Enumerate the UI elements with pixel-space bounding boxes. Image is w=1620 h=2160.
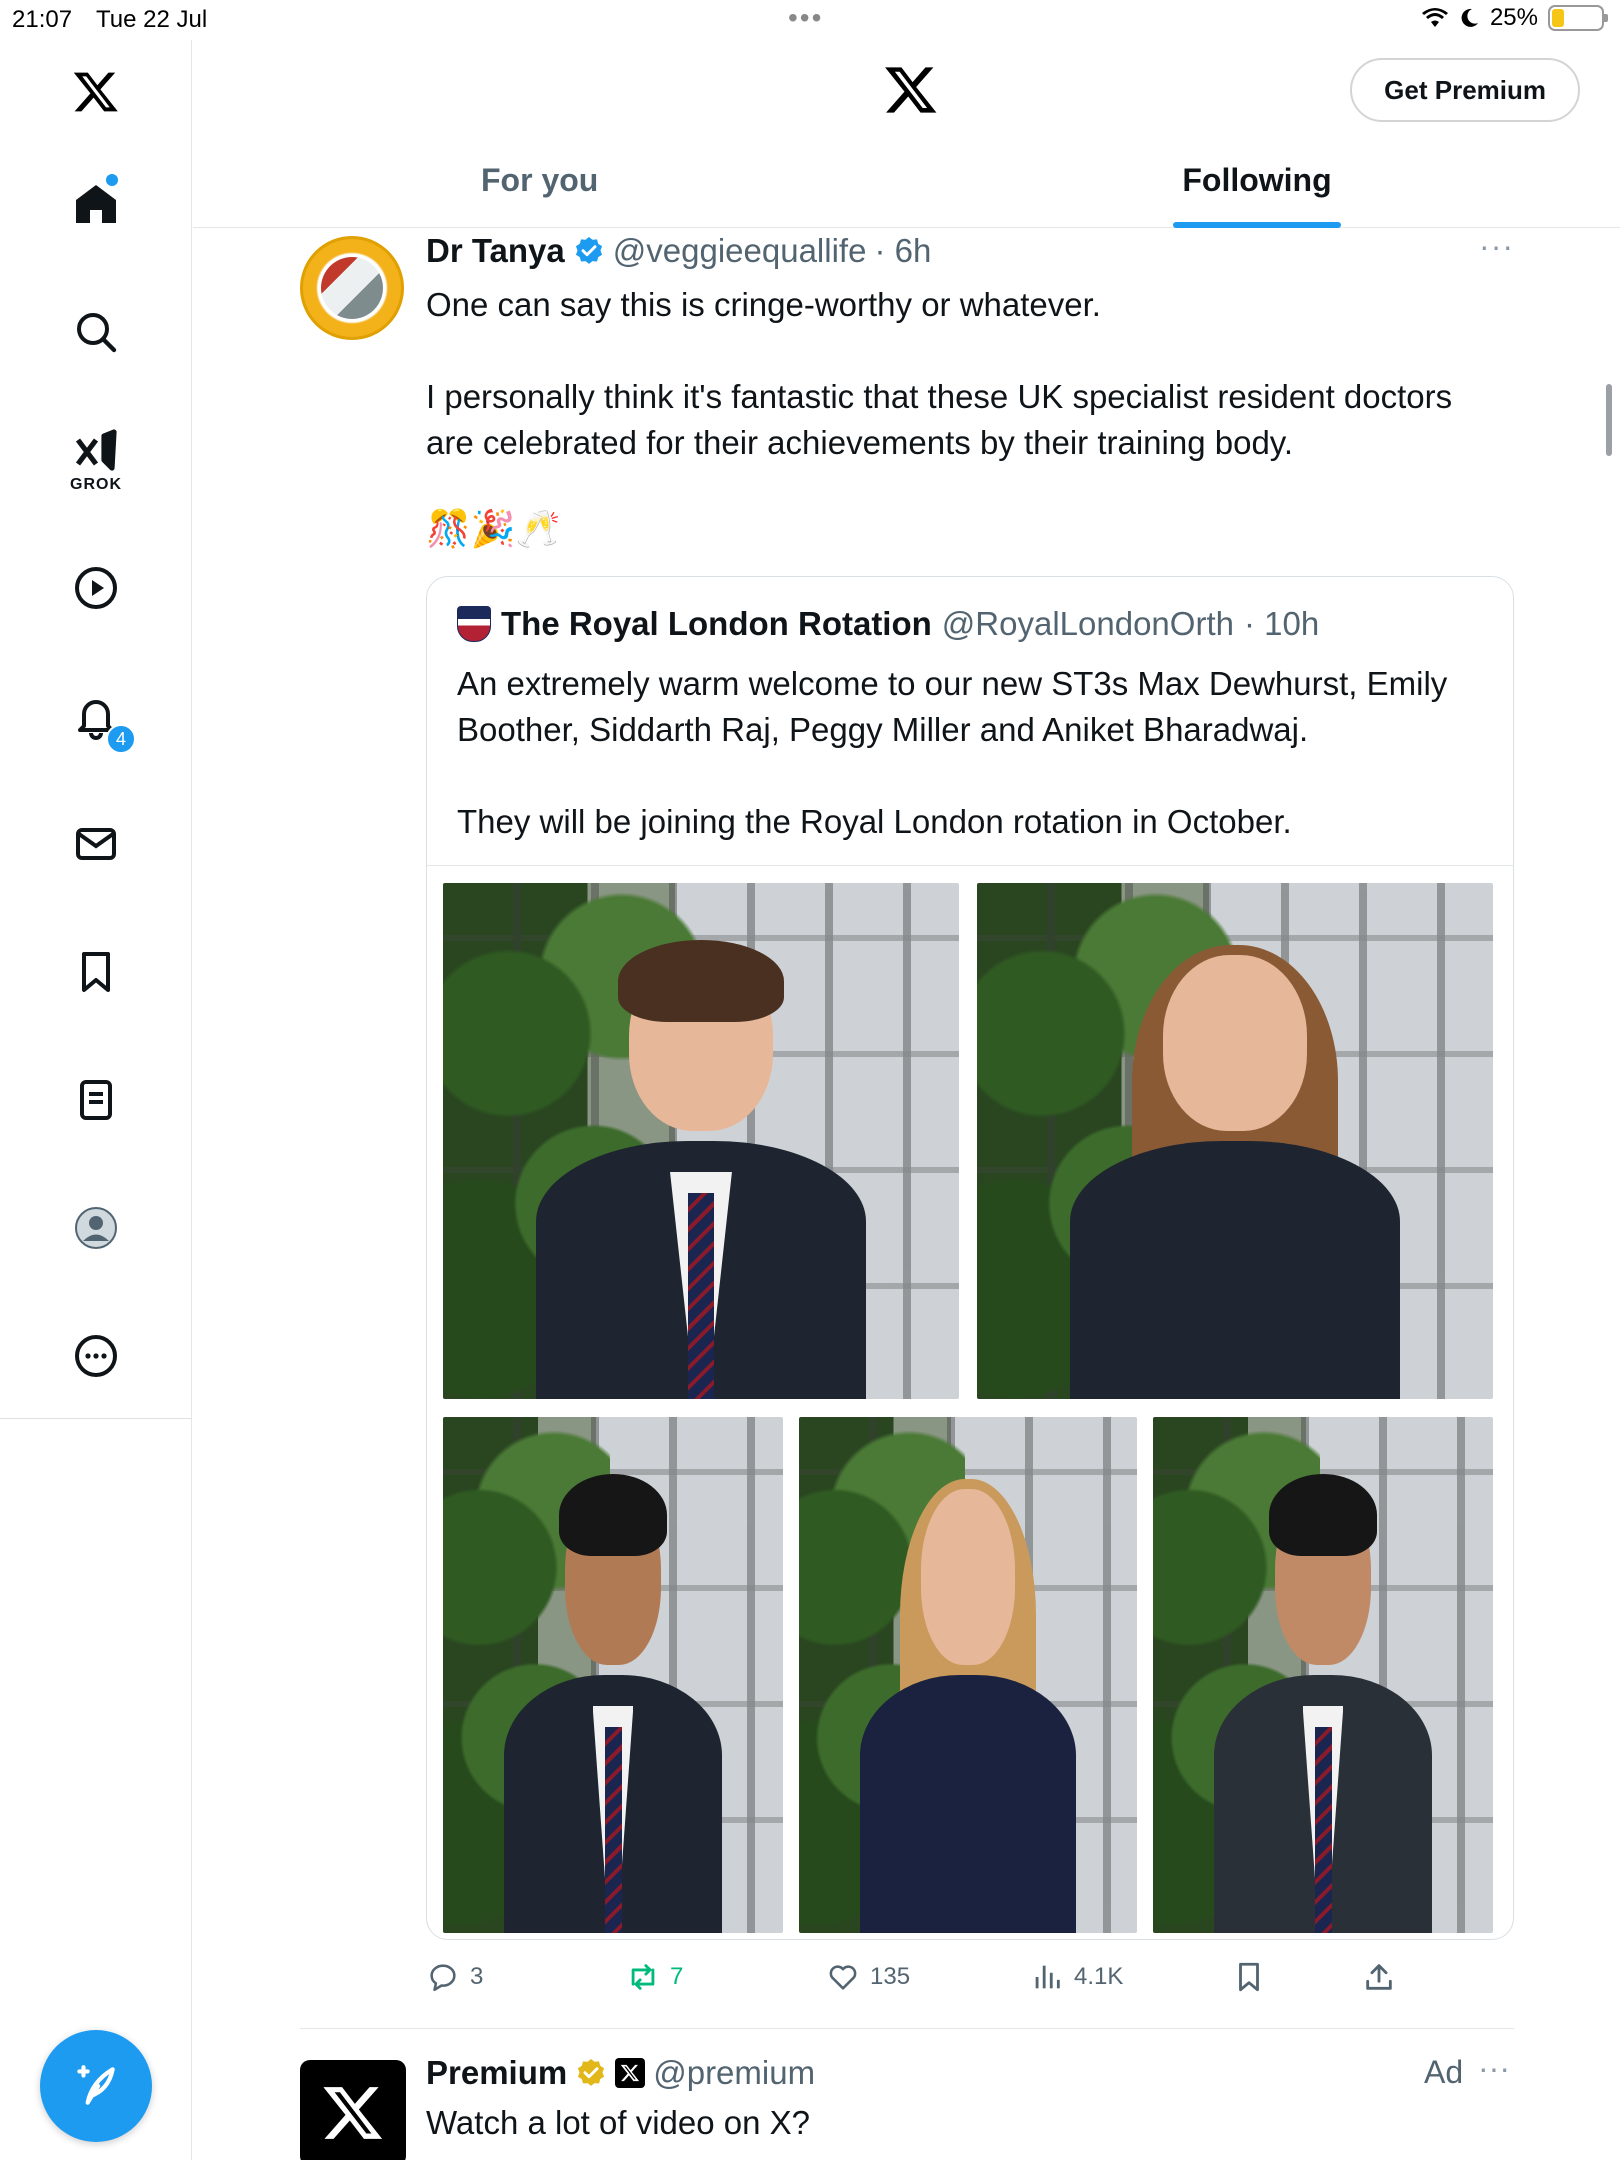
timeline-header: Get Premium For you Following [193,40,1620,228]
tweet-author-handle[interactable]: @veggieequallife [613,232,867,270]
list-icon [80,1080,112,1120]
wifi-icon [1421,8,1448,27]
sidebar-item-profile[interactable] [66,1198,126,1258]
status-date: Tue 22 Jul [96,6,208,33]
compose-button[interactable] [40,2030,152,2142]
moon-icon [1461,8,1478,27]
views-button[interactable]: 4.1K [1030,1960,1123,1994]
tweet-time[interactable]: · 6h [874,232,931,270]
home-icon [76,185,116,223]
sidebar-item-more[interactable] [66,1326,126,1386]
ad-more-button[interactable]: ··· [1478,2050,1510,2087]
reply-count: 3 [470,1963,484,1990]
grok-icon [75,429,117,471]
x-affiliate-badge-icon [615,2058,646,2088]
repost-button[interactable]: 7 [626,1960,683,1994]
share-button[interactable] [1362,1960,1396,1994]
multitasking-dots[interactable]: ••• [788,2,823,34]
home-unread-dot [106,174,118,186]
bookmark-button[interactable] [1232,1960,1266,1994]
quoted-tweet[interactable]: The Royal London Rotation @RoyalLondonOr… [426,576,1514,1940]
sidebar-item-explore[interactable] [66,302,126,362]
repost-count: 7 [670,1963,684,1990]
photo-5[interactable] [1153,1417,1493,1933]
x-logo-icon[interactable] [66,62,126,122]
status-bar: 21:07 Tue 22 Jul ••• 25% [0,0,1620,40]
royal-london-crest-icon [457,606,491,642]
quoted-tweet-time: · 10h [1243,605,1320,642]
quoted-tweet-divider [427,865,1513,866]
tweet-header: Dr Tanya @veggieequallife · 6h [426,232,931,270]
tweet-emojis: 🎊🎉🥂 [426,509,561,550]
share-icon [1366,1964,1392,1990]
tab-for-you[interactable]: For you [481,140,598,228]
repost-icon [631,1964,655,1990]
reply-button[interactable]: 3 [426,1960,483,1994]
get-premium-button[interactable]: Get Premium [1350,58,1580,122]
sidebar-item-videos[interactable] [66,558,126,618]
x-logo-svg [73,72,118,112]
sidebar-item-grok[interactable] [66,422,126,482]
sidebar-item-lists[interactable] [66,1070,126,1130]
premium-avatar[interactable] [300,2060,406,2160]
views-icon [1035,1965,1060,1989]
x-logo-header-icon [883,62,939,123]
ad-label: Ad [1424,2054,1464,2090]
like-button[interactable]: 135 [826,1960,910,1994]
tweet-author-name[interactable]: Dr Tanya [426,232,565,270]
tweet-text: One can say this is cringe-worthy or wha… [426,286,1453,461]
x-logo-icon [323,2087,383,2139]
heart-icon [829,1965,857,1990]
active-tab-indicator [1173,222,1341,228]
sidebar-item-messages[interactable] [66,814,126,874]
scrollbar[interactable] [1606,384,1612,456]
tweet-more-button[interactable]: ··· [1479,228,1514,265]
sidebar: GROK 4 [0,40,192,2160]
photo-4[interactable] [799,1417,1137,1933]
tweet-actions: 3 7 135 4.1K [426,1960,1516,2006]
like-count: 135 [870,1963,911,1990]
tab-for-you-label: For you [481,162,599,198]
verified-badge-icon [575,237,602,264]
ad-author-name[interactable]: Premium [426,2054,567,2092]
play-icon [75,567,117,609]
status-time: 21:07 [12,6,73,33]
tab-following-label: Following [1182,162,1332,198]
grok-label: GROK [70,476,122,493]
more-circle-icon [75,1335,117,1377]
status-right: 25% [1421,4,1608,32]
sidebar-item-bookmarks[interactable] [66,942,126,1002]
sidebar-divider [0,1418,192,1419]
quoted-author-name[interactable]: The Royal London Rotation [501,605,932,643]
tab-following[interactable]: Following [1173,140,1341,228]
notification-badge: 4 [106,724,136,754]
avatar-icon [75,1207,117,1249]
ad-author-handle[interactable]: @premium [653,2054,815,2092]
views-count: 4.1K [1074,1963,1124,1990]
mail-icon [76,828,116,860]
tweet-author-avatar[interactable] [300,236,404,340]
reply-icon [430,1964,456,1992]
bookmark-icon [1239,1962,1259,1992]
bookmark-icon [82,952,110,992]
photo-3[interactable] [443,1417,783,1933]
battery-percent: 25% [1489,4,1538,31]
gold-verified-badge-icon [578,2059,605,2086]
quoted-tweet-text: An extremely warm welcome to our new ST3… [457,665,1448,840]
photo-2[interactable] [977,883,1493,1399]
timeline-separator [300,2028,1514,2029]
photo-1[interactable] [443,883,959,1399]
battery-icon [1548,5,1608,31]
search-icon [77,313,117,353]
quoted-author-handle[interactable]: @RoyalLondonOrth [942,605,1234,643]
quoted-tweet-header: The Royal London Rotation @RoyalLondonOr… [457,605,1319,643]
compose-icon [77,2065,115,2105]
ad-header: Premium @premium [426,2054,815,2092]
ad-text: Watch a lot of video on X? [426,2104,810,2141]
